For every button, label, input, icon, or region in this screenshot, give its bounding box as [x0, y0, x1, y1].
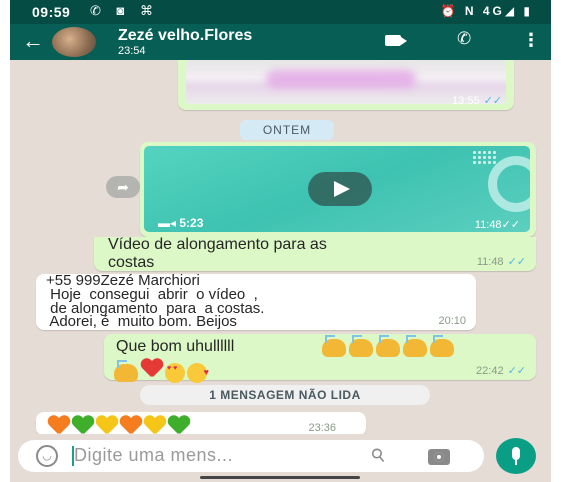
message-time: 22:42 ✓✓ — [476, 365, 526, 377]
message-text: +55 999Zezé Marchiori Hoje consegui abri… — [46, 272, 265, 331]
back-arrow-icon[interactable]: ← — [22, 29, 44, 53]
clapping-hands-emoji — [376, 335, 400, 357]
message-text: Que bom uhullllll — [116, 338, 235, 355]
contact-name[interactable]: Zezé velho.Flores — [118, 27, 252, 45]
message-time: 13:55 ✓✓ — [452, 95, 502, 107]
unread-divider: 1 MENSAGEM NÃO LIDA — [140, 385, 430, 405]
heart-eyes-emoji — [165, 362, 185, 383]
kissing-face-emoji — [187, 362, 209, 383]
text-message[interactable]: +55 999Zezé Marchiori Hoje consegui abri… — [36, 272, 476, 331]
read-ticks-icon: ✓✓ — [501, 219, 520, 231]
yellow-heart-emoji — [144, 416, 166, 434]
message-text: Vídeo de alongamento para as costas — [108, 236, 327, 271]
whatsapp-chat-screen: 09:59 ✆ ◙ ⌘ ⏰ N 4G◢ ▮ ← Zezé velho.Flore… — [10, 0, 551, 482]
message-composer: ◡ Digite uma mens... ⚲ — [10, 434, 551, 482]
forward-icon[interactable]: ➦ — [106, 176, 140, 198]
message-time: 23:36 — [308, 422, 336, 434]
image-message[interactable]: 13:55 ✓✓ — [178, 60, 514, 110]
video-message[interactable]: ▬◂ 5:23 11:48✓✓ — [140, 142, 536, 237]
home-indicator[interactable] — [200, 476, 360, 479]
video-call-icon[interactable] — [385, 35, 407, 46]
read-ticks-icon: ✓✓ — [483, 95, 502, 107]
clapping-hands-emoji — [114, 359, 138, 382]
emoji-icon[interactable]: ◡ — [36, 445, 58, 467]
play-icon[interactable] — [308, 172, 372, 206]
read-ticks-icon: ✓✓ — [507, 365, 526, 377]
emoji-message[interactable]: 23:36 — [36, 412, 366, 436]
text-message[interactable]: Que bom uhullllll 22:42✓✓ — [104, 334, 536, 383]
microphone-icon[interactable] — [496, 438, 536, 474]
more-options-icon[interactable]: ⋮ — [522, 30, 540, 51]
message-time: 11:48✓✓ — [476, 256, 526, 268]
clapping-hands-emoji — [403, 335, 427, 357]
clapping-hands-emoji — [349, 335, 373, 357]
message-time: 11:48✓✓ — [474, 219, 520, 231]
chat-header: ← Zezé velho.Flores 23:54 ✆ ⋮ — [10, 24, 551, 60]
yellow-heart-emoji — [96, 416, 118, 434]
message-placeholder[interactable]: Digite uma mens... — [74, 445, 233, 466]
avatar[interactable] — [52, 27, 96, 57]
camera-icon[interactable] — [428, 449, 450, 465]
video-thumbnail[interactable]: ▬◂ 5:23 11:48✓✓ — [144, 146, 530, 232]
green-heart-emoji — [72, 416, 94, 434]
status-bar: 09:59 ✆ ◙ ⌘ ⏰ N 4G◢ ▮ — [10, 0, 551, 24]
red-heart-emoji — [141, 359, 163, 377]
last-seen: 23:54 — [118, 45, 146, 57]
message-time: 20:10 — [438, 315, 466, 327]
green-heart-emoji — [168, 416, 190, 434]
notification-icons: ✆ ◙ ⌘ — [90, 3, 159, 18]
voice-call-icon[interactable]: ✆ — [457, 29, 471, 49]
clapping-hands-emoji — [430, 335, 454, 357]
clapping-hands-emoji — [322, 335, 346, 357]
emoji-row — [322, 335, 457, 357]
video-duration: ▬◂ 5:23 — [158, 216, 204, 230]
emoji-row — [114, 359, 209, 383]
clock: 09:59 — [32, 4, 71, 20]
orange-heart-emoji — [120, 416, 142, 434]
message-list[interactable]: 13:55 ✓✓ ONTEM ➦ ▬◂ 5:23 11:48✓✓ Vídeo de… — [10, 60, 551, 436]
text-message[interactable]: Vídeo de alongamento para as costas 11:4… — [94, 236, 536, 271]
read-ticks-icon: ✓✓ — [507, 256, 526, 268]
date-divider: ONTEM — [240, 120, 334, 140]
orange-heart-emoji — [48, 416, 70, 434]
system-icons: ⏰ N 4G◢ ▮ — [440, 4, 533, 18]
